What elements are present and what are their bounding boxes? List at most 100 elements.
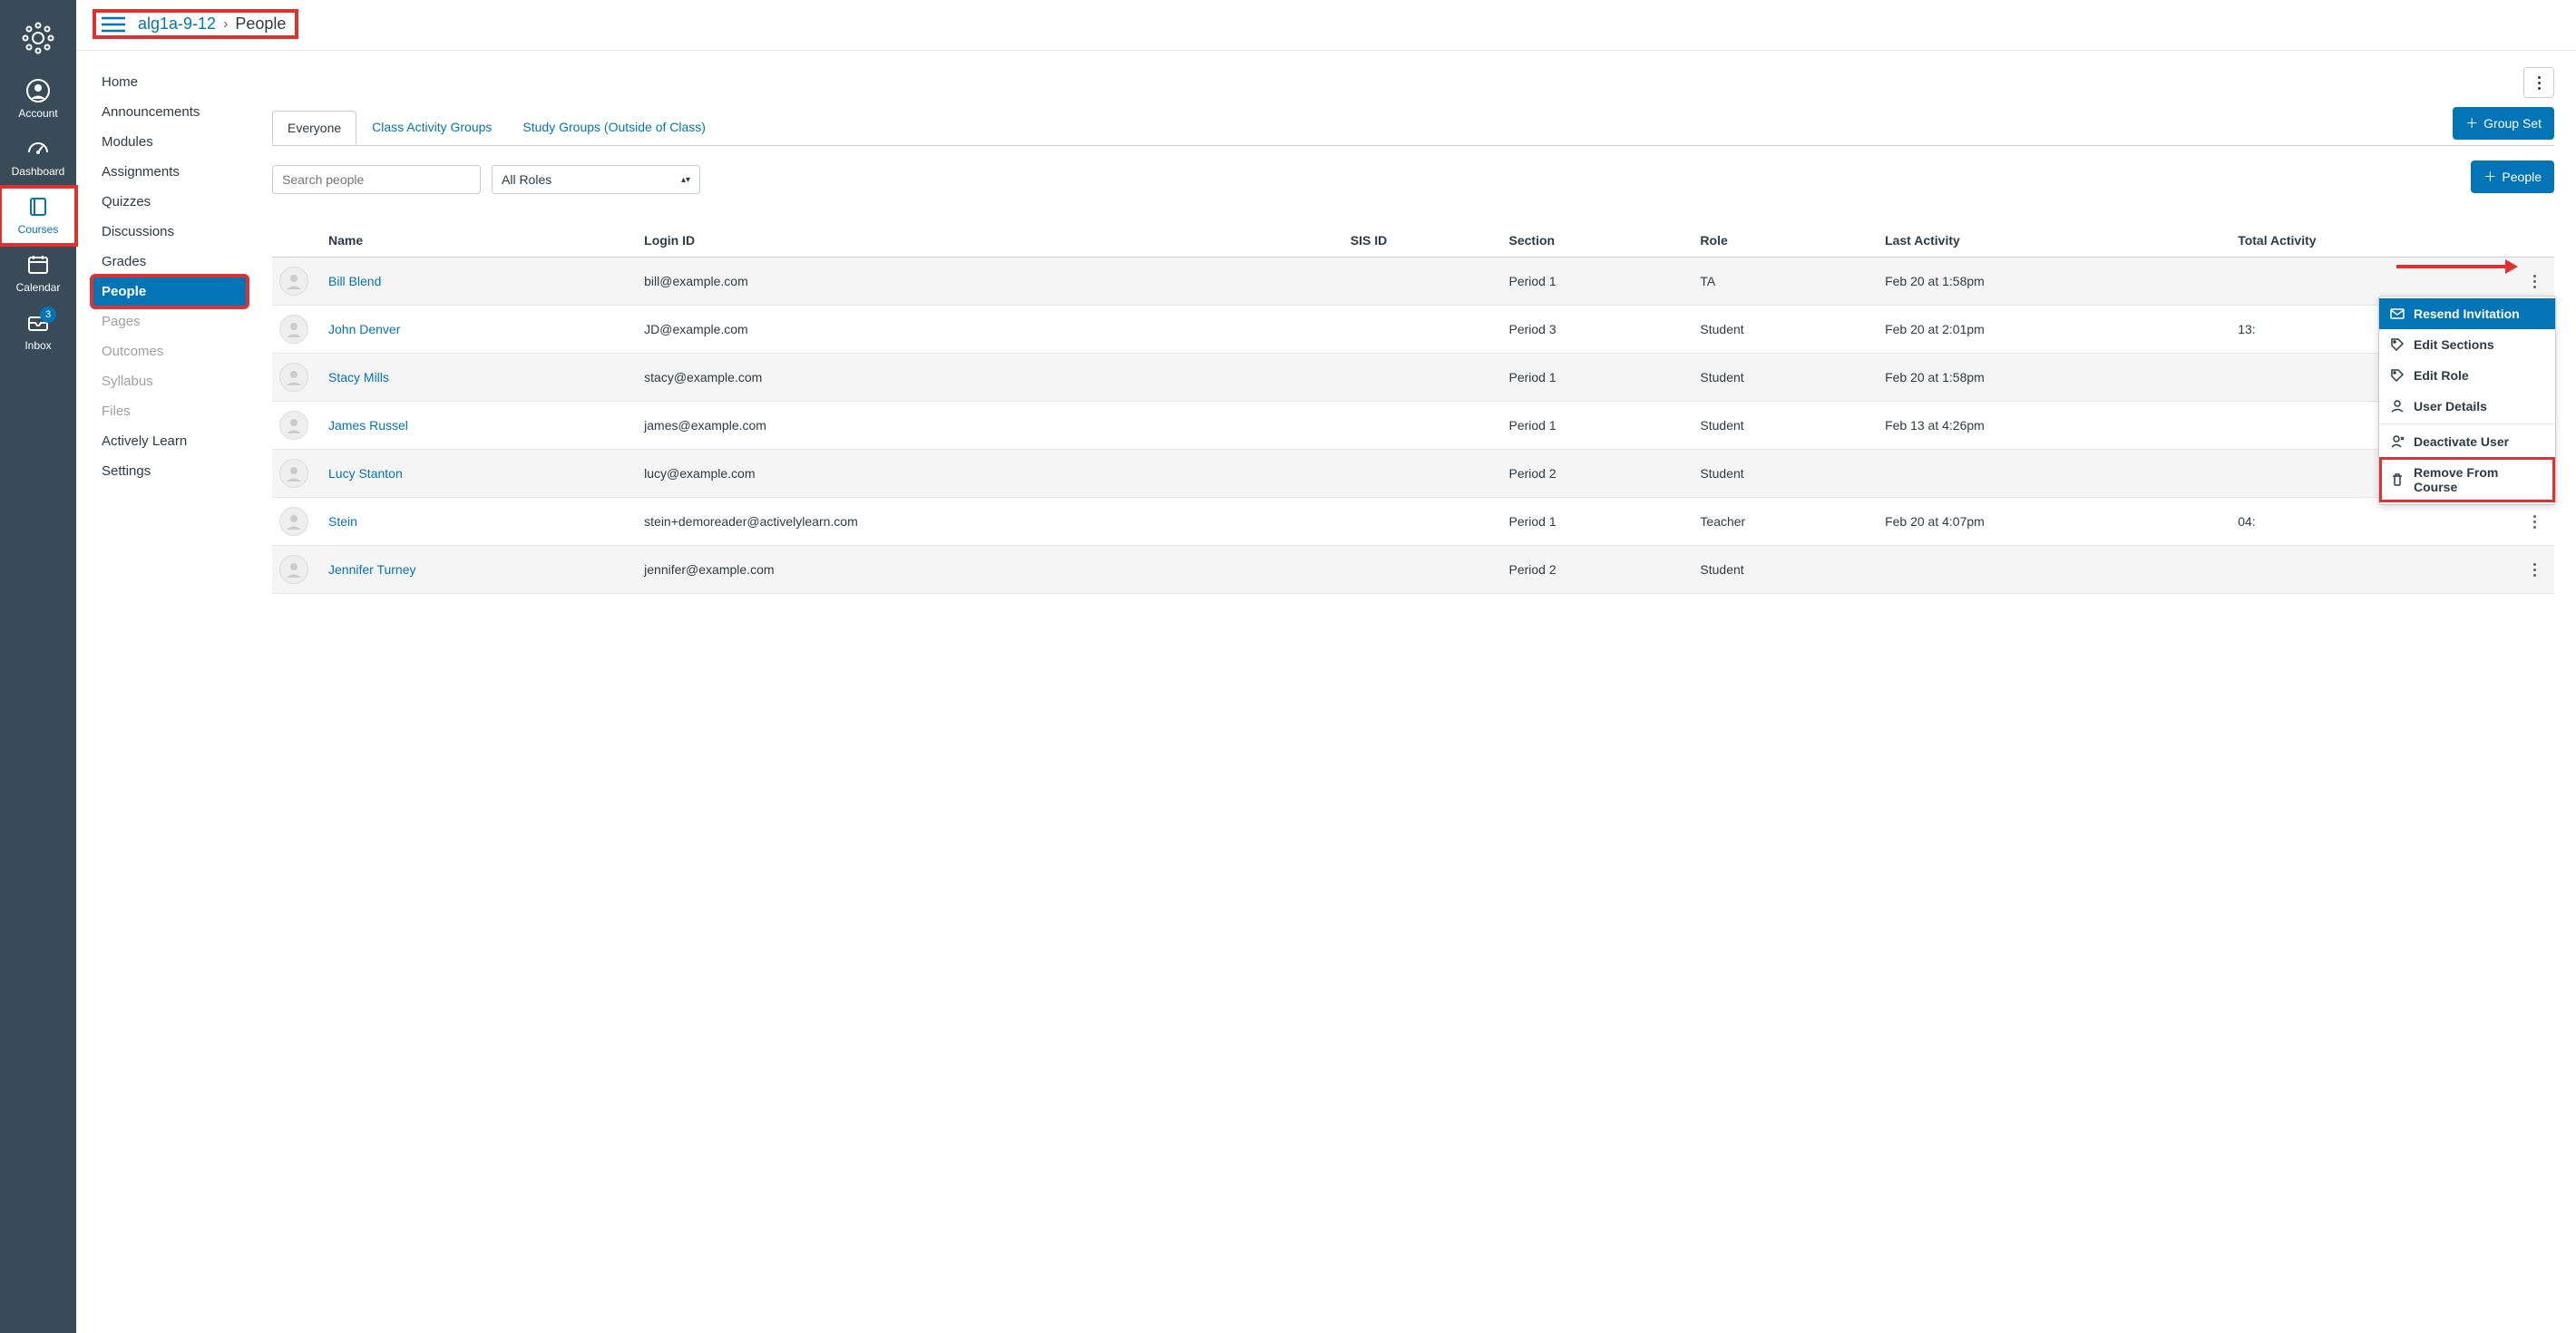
global-nav-courses[interactable]: Courses <box>0 187 76 245</box>
cell-login-id: stein+demoreader@activelylearn.com <box>637 498 1343 546</box>
row-options-button[interactable] <box>2525 275 2543 288</box>
global-nav: Account Dashboard Courses Calendar Inbox3 <box>0 0 76 1333</box>
add-people-button[interactable]: ＋ People <box>2471 161 2554 193</box>
cell-sis-id <box>1343 402 1502 450</box>
person-name-link[interactable]: Stacy Mills <box>328 370 389 384</box>
cell-section: Period 2 <box>1502 450 1693 498</box>
breadcrumb-separator-icon: › <box>223 16 228 33</box>
kebab-icon <box>2538 76 2541 90</box>
course-nav-discussions[interactable]: Discussions <box>93 217 247 247</box>
cell-role: Teacher <box>1693 498 1878 546</box>
course-nav-quizzes[interactable]: Quizzes <box>93 187 247 217</box>
menu-item-deactivate-user[interactable]: Deactivate User <box>2379 426 2555 457</box>
table-row: James Russeljames@example.comPeriod 1Stu… <box>272 402 2554 450</box>
cell-last-activity: Feb 20 at 2:01pm <box>1878 306 2230 354</box>
global-nav-label: Courses <box>18 223 59 236</box>
tag-icon <box>2390 337 2405 352</box>
table-row: Stacy Millsstacy@example.comPeriod 1Stud… <box>272 354 2554 402</box>
cell-sis-id <box>1343 354 1502 402</box>
avatar <box>279 315 308 344</box>
person-name-link[interactable]: Bill Blend <box>328 274 381 288</box>
canvas-logo-icon <box>18 18 58 58</box>
cell-last-activity: Feb 20 at 1:58pm <box>1878 354 2230 402</box>
col-sis-id: SIS ID <box>1343 224 1502 258</box>
menu-divider <box>2379 423 2555 424</box>
row-options-button[interactable] <box>2525 515 2543 529</box>
course-nav-people[interactable]: People <box>93 277 247 306</box>
person-name-link[interactable]: James Russel <box>328 418 408 433</box>
cell-section: Period 1 <box>1502 354 1693 402</box>
course-nav-outcomes[interactable]: Outcomes <box>93 336 247 366</box>
cell-login-id: jennifer@example.com <box>637 546 1343 594</box>
cell-login-id: JD@example.com <box>637 306 1343 354</box>
avatar <box>279 363 308 392</box>
global-nav-dashboard[interactable]: Dashboard <box>0 129 76 187</box>
col-login-id: Login ID <box>637 224 1343 258</box>
trash-icon <box>2390 472 2405 487</box>
calendar-icon <box>25 252 51 277</box>
cell-sis-id <box>1343 306 1502 354</box>
cell-total-activity <box>2230 546 2518 594</box>
table-row: Bill Blendbill@example.comPeriod 1TAFeb … <box>272 258 2554 306</box>
person-name-link[interactable]: Stein <box>328 514 357 529</box>
global-nav-account[interactable]: Account <box>0 71 76 129</box>
tab-class-activity-groups[interactable]: Class Activity Groups <box>356 110 507 143</box>
course-nav-settings[interactable]: Settings <box>93 456 247 486</box>
row-actions-menu: Resend InvitationEdit SectionsEdit RoleU… <box>2378 296 2556 505</box>
course-nav-actively-learn[interactable]: Actively Learn <box>93 426 247 456</box>
global-nav-inbox[interactable]: Inbox3 <box>0 303 76 361</box>
course-nav-grades[interactable]: Grades <box>93 247 247 277</box>
menu-item-edit-role[interactable]: Edit Role <box>2379 360 2555 391</box>
panel-options-button[interactable] <box>2523 67 2554 98</box>
people-table: Name Login ID SIS ID Section Role Last A… <box>272 224 2554 594</box>
roles-filter-select[interactable]: All Roles ▴▾ <box>492 165 700 194</box>
breadcrumb-course-link[interactable]: alg1a-9-12 <box>138 15 216 34</box>
roles-filter-label: All Roles <box>502 172 551 187</box>
cell-role: Student <box>1693 546 1878 594</box>
cell-section: Period 1 <box>1502 402 1693 450</box>
tab-study-groups-outside-of-class-[interactable]: Study Groups (Outside of Class) <box>507 110 721 143</box>
cell-login-id: bill@example.com <box>637 258 1343 306</box>
menu-item-user-details[interactable]: User Details <box>2379 391 2555 422</box>
cell-sis-id <box>1343 450 1502 498</box>
cell-role: Student <box>1693 306 1878 354</box>
plus-icon: ＋ <box>2483 168 2496 186</box>
person-name-link[interactable]: John Denver <box>328 322 400 336</box>
tag-icon <box>2390 368 2405 383</box>
person-name-link[interactable]: Lucy Stanton <box>328 466 403 481</box>
add-group-set-label: Group Set <box>2483 116 2542 131</box>
add-people-label: People <box>2502 170 2542 184</box>
account-icon <box>25 78 51 103</box>
course-nav-assignments[interactable]: Assignments <box>93 157 247 187</box>
cell-role: Student <box>1693 450 1878 498</box>
cell-last-activity: Feb 13 at 4:26pm <box>1878 402 2230 450</box>
annotation-arrow-icon <box>2396 259 2518 274</box>
people-tabs: EveryoneClass Activity GroupsStudy Group… <box>272 107 2554 146</box>
menu-item-resend-invitation[interactable]: Resend Invitation <box>2379 298 2555 329</box>
cell-role: TA <box>1693 258 1878 306</box>
hamburger-menu-button[interactable] <box>102 15 125 34</box>
course-nav-pages[interactable]: Pages <box>93 306 247 336</box>
menu-item-remove-from-course[interactable]: Remove From Course <box>2379 457 2555 502</box>
breadcrumb-bar: alg1a-9-12 › People <box>76 0 2576 51</box>
cell-login-id: lucy@example.com <box>637 450 1343 498</box>
cell-login-id: james@example.com <box>637 402 1343 450</box>
global-nav-label: Calendar <box>16 281 61 294</box>
global-nav-calendar[interactable]: Calendar <box>0 245 76 303</box>
course-nav-home[interactable]: Home <box>93 67 247 97</box>
search-people-input[interactable] <box>272 165 481 194</box>
cell-sis-id <box>1343 546 1502 594</box>
table-row: Steinstein+demoreader@activelylearn.comP… <box>272 498 2554 546</box>
col-section: Section <box>1502 224 1693 258</box>
tab-everyone[interactable]: Everyone <box>272 111 356 144</box>
person-name-link[interactable]: Jennifer Turney <box>328 562 416 577</box>
course-nav-files[interactable]: Files <box>93 396 247 426</box>
menu-item-edit-sections[interactable]: Edit Sections <box>2379 329 2555 360</box>
course-nav-announcements[interactable]: Announcements <box>93 97 247 127</box>
cell-section: Period 3 <box>1502 306 1693 354</box>
add-group-set-button[interactable]: ＋ Group Set <box>2453 107 2554 140</box>
global-nav-label: Account <box>18 107 57 120</box>
course-nav-modules[interactable]: Modules <box>93 127 247 157</box>
row-options-button[interactable] <box>2525 563 2543 577</box>
course-nav-syllabus[interactable]: Syllabus <box>93 366 247 396</box>
